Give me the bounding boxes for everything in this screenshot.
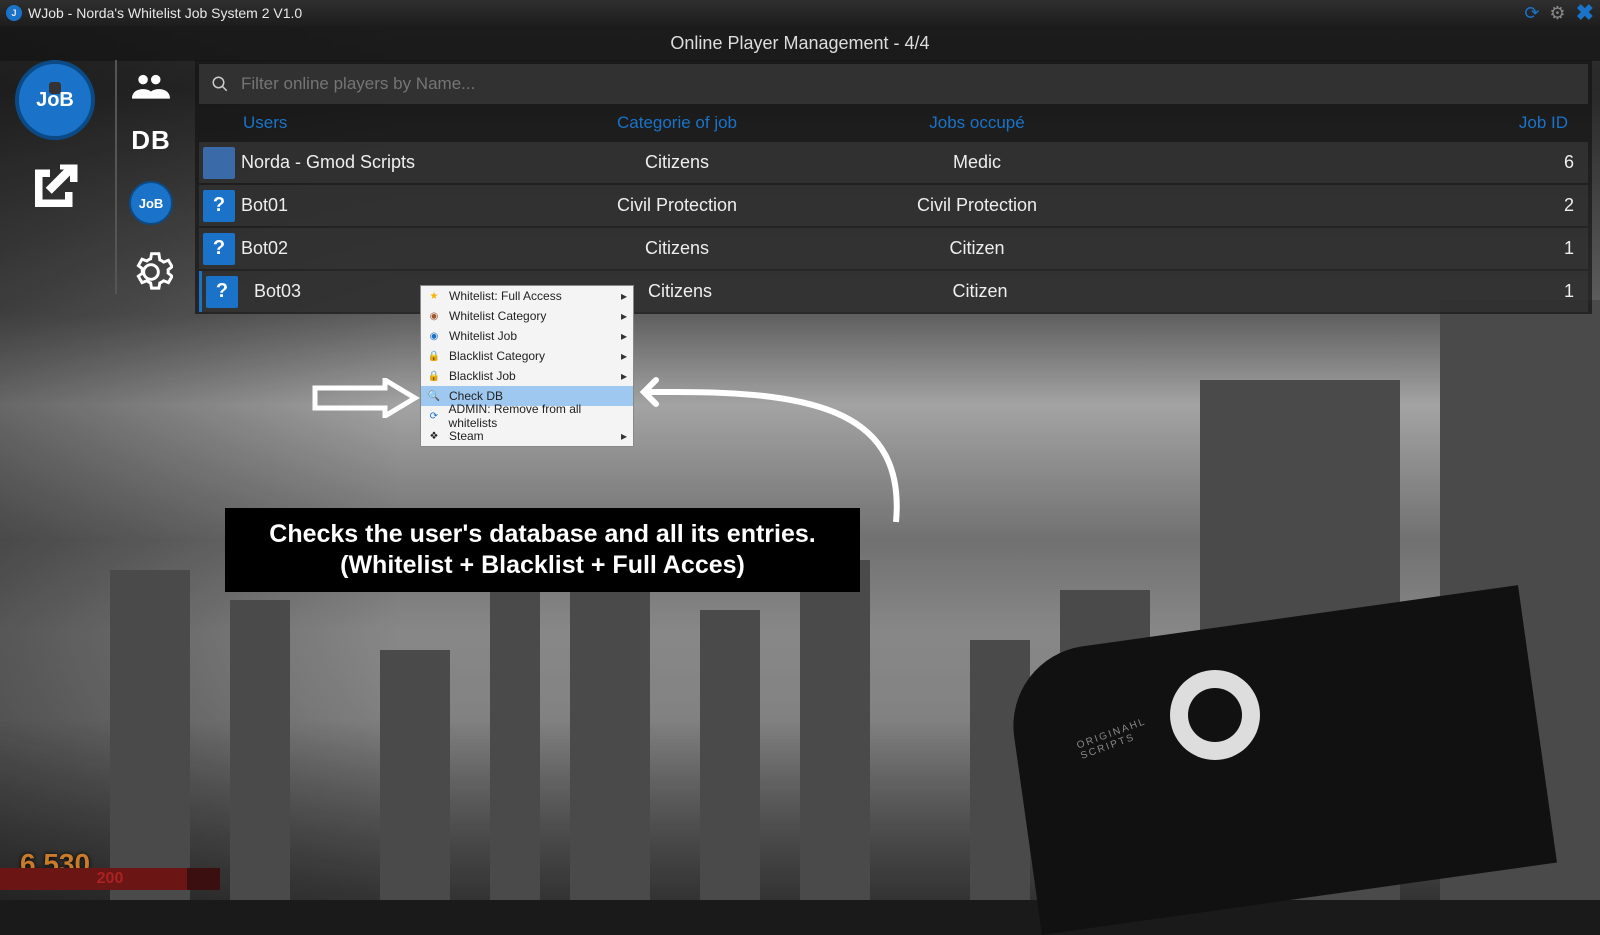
annotation-arrow-left [310,378,420,423]
hud-hp-bar: 200 [0,868,220,890]
cell-job: Citizen [817,238,1137,259]
ctx-item[interactable]: 🔒 Blacklist Category ▸ [421,346,633,366]
page-title: Online Player Management - 4/4 [0,26,1600,61]
submenu-arrow-icon: ▸ [621,429,627,443]
question-avatar-icon: ? [203,233,235,265]
filter-row [199,64,1588,104]
cell-user: Bot01 [241,195,537,216]
cell-jobid: 6 [1137,152,1588,173]
annotation-line2: (Whitelist + Blacklist + Full Acces) [243,551,842,580]
search-icon: 🔍 [427,389,441,403]
close-icon[interactable]: ✖ [1576,0,1594,26]
ctx-item[interactable]: ★ Whitelist: Full Access ▸ [421,286,633,306]
ctx-label: Blacklist Job [449,369,516,383]
submenu-arrow-icon: ▸ [621,309,627,323]
question-avatar-icon: ? [206,276,238,308]
weapon-viewmodel: ORIGINAHL SCRIPTS [900,540,1540,900]
col-category: Categorie of job [537,113,817,133]
players-panel: Users Categorie of job Jobs occupé Job I… [195,60,1592,314]
badge-icon: ◉ [427,309,441,323]
cell-jobid: 1 [1140,281,1588,302]
logo-column: JoB [10,60,100,222]
export-icon[interactable] [20,152,90,222]
search-icon [211,75,229,93]
table-row[interactable]: ?Bot03CitizensCitizen1 [199,271,1588,312]
table-header: Users Categorie of job Jobs occupé Job I… [195,104,1592,142]
filter-input[interactable] [241,74,1576,94]
refresh-icon[interactable]: ⟳ [1524,3,1539,24]
window-titlebar: J WJob - Norda's Whitelist Job System 2 … [0,0,1600,26]
cell-category: Citizens [537,238,817,259]
originahl-logo-icon [1170,670,1260,760]
table-row[interactable]: Norda - Gmod ScriptsCitizensMedic6 [199,142,1588,183]
col-job: Jobs occupé [817,113,1137,133]
cell-job: Civil Protection [817,195,1137,216]
nav-column: DB JoB [115,60,185,294]
cell-category: Civil Protection [537,195,817,216]
question-avatar-icon: ? [203,190,235,222]
table-row[interactable]: ?Bot01Civil ProtectionCivil Protection2 [199,185,1588,226]
annotation-box: Checks the user's database and all its e… [225,508,860,592]
ctx-label: Blacklist Category [449,349,545,363]
gear-icon[interactable]: ⚙ [1549,3,1565,24]
cell-user: Bot02 [241,238,537,259]
lock-icon: 🔒 [427,349,441,363]
wjob-logo: JoB [15,60,95,140]
ctx-item[interactable]: ◉ Whitelist Category ▸ [421,306,633,326]
ctx-label: Whitelist Category [449,309,546,323]
ctx-label: Steam [449,429,484,443]
ctx-item[interactable]: ❖ Steam ▸ [421,426,633,446]
submenu-arrow-icon: ▸ [621,349,627,363]
lock-icon: 🔒 [427,369,441,383]
ctx-item[interactable]: ⟳ADMIN: Remove from all whitelists [421,406,633,426]
nav-wjob-icon[interactable]: JoB [129,181,173,225]
ctx-item[interactable]: 🔒 Blacklist Job ▸ [421,366,633,386]
nav-db[interactable]: DB [131,125,171,156]
submenu-arrow-icon: ▸ [621,289,627,303]
cell-jobid: 2 [1137,195,1588,216]
cell-jobid: 1 [1137,238,1588,259]
ctx-item[interactable]: ◉ Whitelist Job ▸ [421,326,633,346]
ctx-label: Check DB [449,389,503,403]
steam-icon: ❖ [427,429,441,443]
context-menu: ★ Whitelist: Full Access ▸ ◉ Whitelist Categ… [420,285,634,447]
submenu-arrow-icon: ▸ [621,369,627,383]
blue-icon: ◉ [427,329,441,343]
cell-category: Citizens [537,152,817,173]
window-title: WJob - Norda's Whitelist Job System 2 V1… [28,5,302,21]
col-jobid: Job ID [1137,113,1580,133]
nav-users-icon[interactable] [132,72,170,100]
player-avatar-icon [203,147,235,179]
ctx-label: Whitelist: Full Access [449,289,562,303]
nav-settings-icon[interactable] [129,250,173,294]
col-users: Users [207,113,537,133]
ref-icon: ⟳ [427,409,441,423]
annotation-line1: Checks the user's database and all its e… [243,520,842,549]
submenu-arrow-icon: ▸ [621,329,627,343]
table-row[interactable]: ? Bot02CitizensCitizen1 [199,228,1588,269]
ctx-label: Whitelist Job [449,329,517,343]
app-icon: J [6,5,22,21]
star-icon: ★ [427,289,441,303]
cell-job: Medic [817,152,1137,173]
cell-job: Citizen [820,281,1140,302]
cell-user: Norda - Gmod Scripts [241,152,537,173]
